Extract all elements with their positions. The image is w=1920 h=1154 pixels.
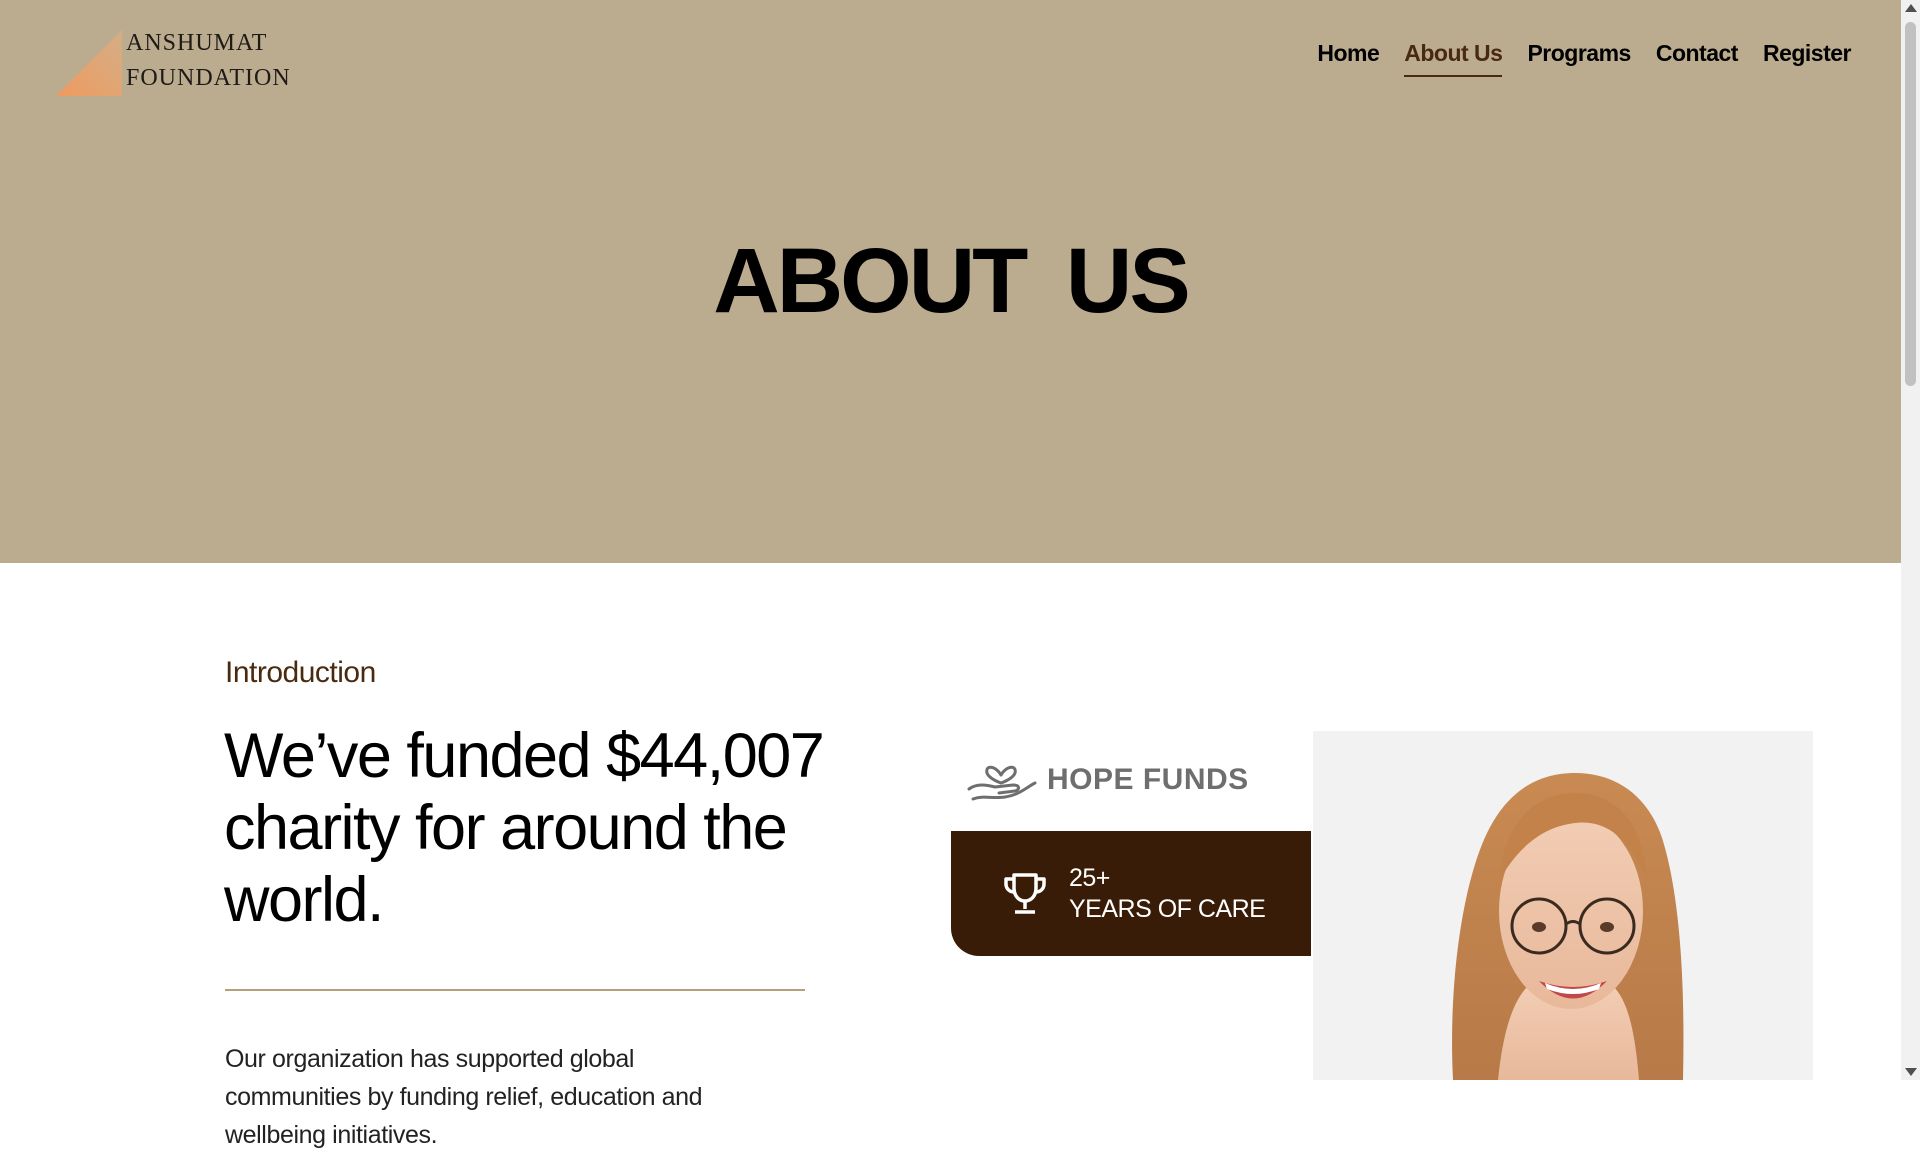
- nav-about-us[interactable]: About Us: [1404, 40, 1503, 77]
- scroll-up-arrow-icon[interactable]: [1905, 4, 1917, 12]
- page-title: ABOUT US: [713, 230, 1190, 332]
- brand-logo[interactable]: ANSHUMAT FOUNDATION: [56, 26, 296, 96]
- care-label: YEARS OF CARE: [1069, 894, 1266, 923]
- care-count: 25+: [1069, 863, 1110, 892]
- hope-funds-text: HOPE FUNDS: [1047, 763, 1249, 796]
- intro-eyebrow: Introduction: [225, 656, 376, 689]
- heart-hand-icon: [967, 765, 1037, 801]
- nav-programs[interactable]: Programs: [1527, 40, 1631, 77]
- hero-banner: ANSHUMAT FOUNDATION Home About Us Progra…: [0, 0, 1901, 563]
- years-of-care-card: 25+ YEARS OF CARE: [951, 831, 1311, 956]
- nav-home[interactable]: Home: [1317, 40, 1379, 77]
- nav-register[interactable]: Register: [1763, 40, 1852, 77]
- care-stat: 25+ YEARS OF CARE: [1069, 863, 1266, 925]
- brand-name: ANSHUMAT FOUNDATION: [126, 26, 291, 96]
- woman-portrait: [1313, 731, 1813, 1080]
- portrait-illustration: [1452, 773, 1684, 1080]
- scroll-thumb[interactable]: [1905, 22, 1916, 386]
- trophy-icon: [1001, 872, 1049, 916]
- triangle-logo-icon: [56, 30, 122, 96]
- brand-name-line2: FOUNDATION: [126, 65, 291, 91]
- main-nav: Home About Us Programs Contact Register: [1317, 40, 1852, 77]
- intro-body: Our organization has supported global co…: [225, 1045, 703, 1149]
- brand-name-line1: ANSHUMAT: [126, 30, 268, 56]
- scroll-down-arrow-icon[interactable]: [1905, 1068, 1917, 1076]
- nav-contact[interactable]: Contact: [1656, 40, 1739, 77]
- hope-funds-logo: HOPE FUNDS: [965, 755, 1249, 805]
- page-scrollbar[interactable]: [1901, 0, 1920, 1080]
- divider: [225, 989, 805, 991]
- intro-heading: We’ve funded $44,007 charity for around …: [224, 721, 825, 935]
